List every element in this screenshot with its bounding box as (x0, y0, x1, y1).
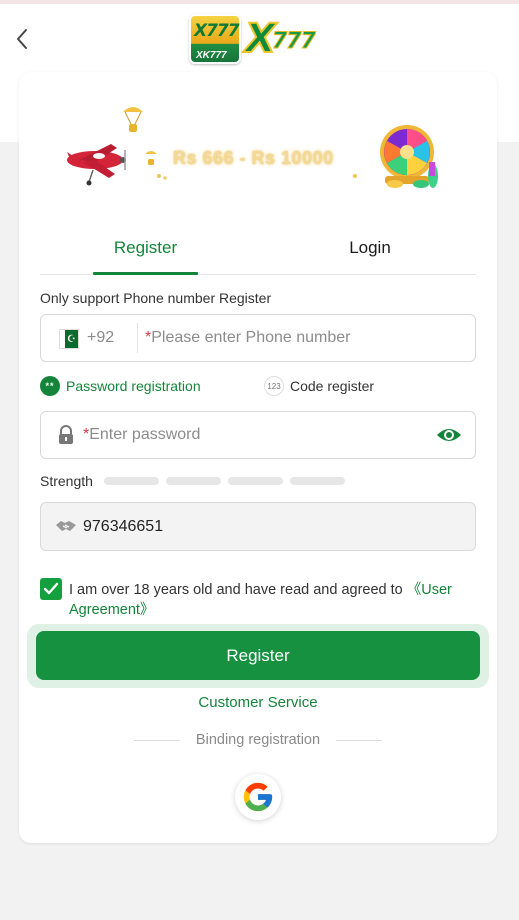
register-button-glow: Register (27, 624, 489, 688)
password-mode-icon: ** (40, 376, 60, 396)
banner-amount: Rs 666 - Rs 10000 (173, 148, 334, 168)
customer-service-link[interactable]: Customer Service (19, 694, 497, 711)
chevron-left-icon (17, 29, 27, 49)
pakistan-flag-icon[interactable]: ☪ (59, 329, 79, 349)
register-button[interactable]: Register (36, 631, 480, 680)
strength-label: Strength (40, 473, 93, 489)
back-button[interactable] (10, 26, 34, 52)
tab-login[interactable]: Login (330, 222, 410, 274)
code-register-option[interactable]: 123 Code register (264, 374, 374, 398)
strength-segment (166, 477, 221, 485)
password-input[interactable]: *Enter password (83, 412, 200, 458)
brand-logo: X777 XK777 X 777 (189, 14, 329, 68)
password-registration-label: Password registration (66, 378, 201, 394)
binding-registration-divider: Binding registration (131, 730, 385, 750)
password-registration-option[interactable]: ** Password registration (40, 374, 201, 398)
code-register-label: Code register (290, 378, 375, 394)
password-field[interactable]: *Enter password (40, 411, 476, 459)
phone-support-hint: Only support Phone number Register (40, 290, 272, 306)
logo-badge: X777 XK777 (189, 14, 241, 64)
logo-badge-bottom-text: XK777 (196, 50, 227, 61)
strength-segment (104, 477, 159, 485)
check-icon (43, 582, 59, 595)
logo-wordmark: X 777 (244, 17, 329, 61)
lock-icon (59, 425, 73, 444)
invite-code-value[interactable]: 976346651 (83, 503, 163, 550)
divider-line (336, 739, 383, 741)
code-mode-icon: 123 (264, 376, 284, 396)
tab-register[interactable]: Register (93, 222, 198, 275)
registration-mode-selector: ** Password registration 123 Code regist… (40, 374, 476, 398)
invite-code-field[interactable]: 976346651 (40, 502, 476, 551)
google-login-button[interactable] (235, 774, 281, 820)
register-card: Rs 666 - Rs 10000 Register Login Only su… (19, 72, 497, 843)
phone-input[interactable]: *Please enter Phone number (145, 315, 350, 361)
google-icon (243, 782, 273, 812)
agreement-text: I am over 18 years old and have read and… (69, 580, 479, 620)
handshake-icon (56, 521, 76, 531)
phone-divider (137, 323, 138, 353)
top-accent-line (0, 0, 519, 4)
promo-banner[interactable]: Rs 666 - Rs 10000 (59, 104, 459, 224)
password-strength: Strength (40, 472, 352, 490)
eye-icon[interactable] (436, 425, 462, 445)
agreement-statement: I am over 18 years old and have read and… (69, 582, 407, 598)
auth-tabs: Register Login (40, 222, 476, 275)
phone-field[interactable]: ☪ +92 *Please enter Phone number (40, 314, 476, 362)
agreement-checkbox[interactable] (40, 578, 62, 600)
country-code[interactable]: +92 (87, 315, 114, 361)
binding-registration-label: Binding registration (195, 732, 321, 748)
strength-segment (290, 477, 345, 485)
strength-segment (228, 477, 283, 485)
password-placeholder: Enter password (89, 426, 201, 443)
logo-badge-top-text: X777 (194, 21, 240, 41)
phone-placeholder: Please enter Phone number (151, 329, 351, 346)
divider-line (133, 739, 180, 741)
logo-number: 777 (271, 28, 316, 54)
user-agreement: I am over 18 years old and have read and… (40, 578, 476, 618)
